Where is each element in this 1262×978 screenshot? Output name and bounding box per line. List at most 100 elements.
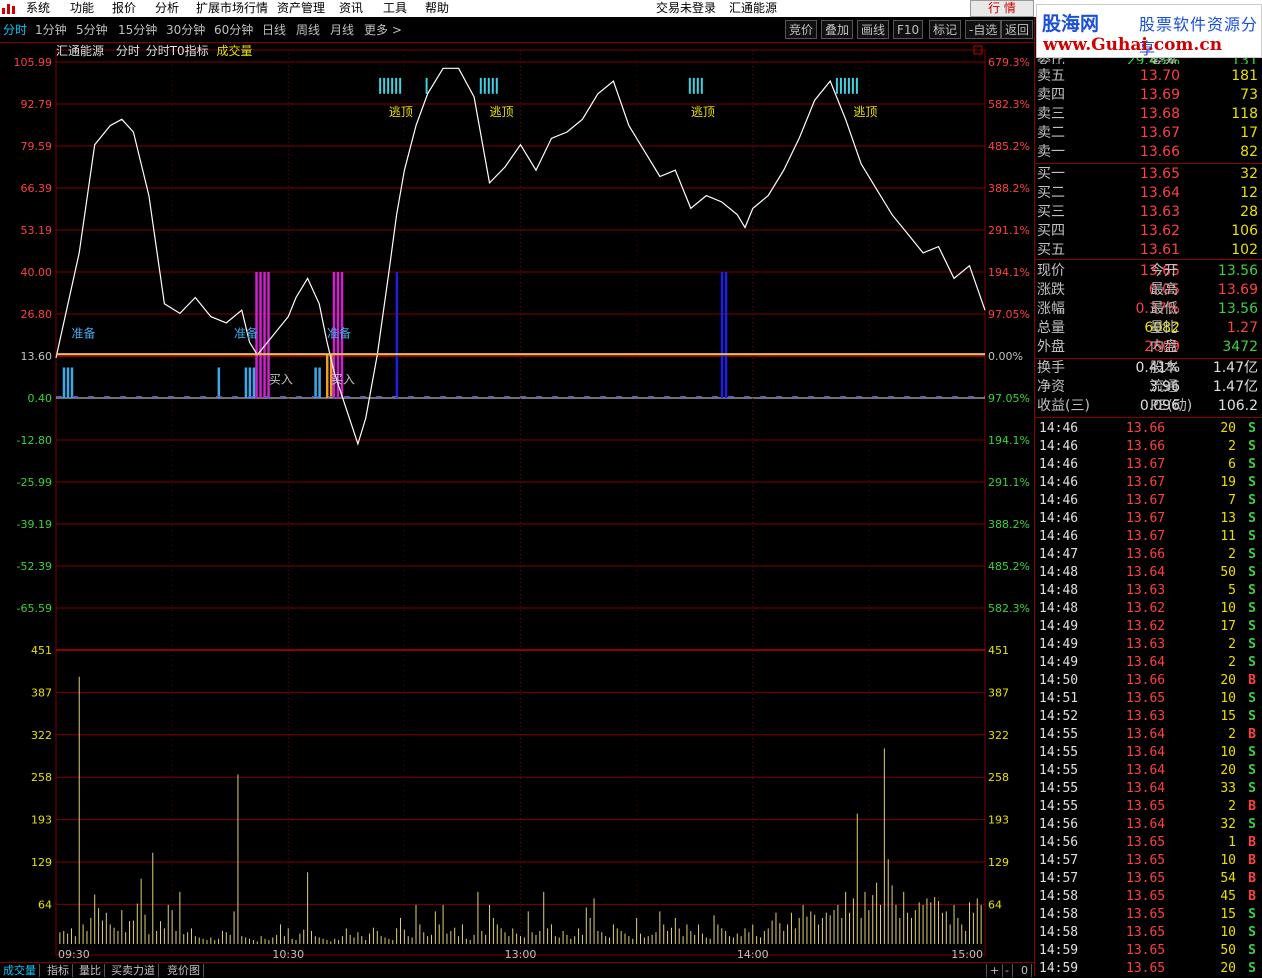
y-tick-label-right: 388.2%: [988, 182, 1030, 195]
tab-daily[interactable]: 日线: [262, 21, 286, 39]
y-tick-label-right: 97.05%: [988, 392, 1030, 405]
tick-price: 13.62: [1126, 619, 1166, 634]
mark-button[interactable]: 标记: [929, 20, 962, 39]
order-book-sell-row: 卖一 13.66 82: [1036, 143, 1262, 162]
volume-tick-label-left: 258: [31, 771, 52, 784]
top-signal-bar: [847, 77, 850, 94]
menu-item-system[interactable]: 系统: [26, 0, 50, 17]
tick-time: 14:49: [1039, 637, 1079, 652]
tick-time: 14:56: [1039, 817, 1079, 832]
tick-time: 14:46: [1039, 493, 1079, 508]
tick-time: 14:47: [1039, 547, 1079, 562]
tick-side: S: [1248, 511, 1256, 526]
top-signal-bar: [696, 77, 699, 94]
tick-price: 13.65: [1126, 799, 1166, 814]
tab-more[interactable]: 更多 >: [364, 21, 402, 39]
tick-time: 14:46: [1039, 529, 1079, 544]
tick-volume: 20: [1220, 763, 1236, 778]
volume-tick-label-left: 451: [31, 644, 52, 657]
tick-side: S: [1248, 691, 1256, 706]
chart-indicator-name[interactable]: 分时T0指标: [146, 44, 209, 58]
divider: [1034, 417, 1262, 418]
menu-item-extended-market[interactable]: 扩展市场行情: [196, 0, 268, 17]
tick-row: 14:46 13.67 6 S: [1036, 456, 1262, 474]
signal-bar: [724, 272, 728, 399]
tick-side: S: [1248, 709, 1256, 724]
tick-row: 14:48 13.62 10 S: [1036, 600, 1262, 618]
menu-item-tools[interactable]: 工具: [383, 0, 407, 17]
y-tick-label-right: 485.2%: [988, 560, 1030, 573]
tick-side: S: [1248, 493, 1256, 508]
menu-item-function[interactable]: 功能: [70, 0, 94, 17]
quote-mode-button[interactable]: 行 情: [970, 0, 1034, 17]
quote-value-2: 13.69: [1217, 282, 1258, 298]
top-signal-bar: [387, 77, 390, 94]
quote-value-2: 13.56: [1217, 301, 1258, 317]
tick-volume: 33: [1220, 781, 1236, 796]
overlay-button[interactable]: 叠加: [821, 20, 854, 39]
tab-1min[interactable]: 1分钟: [35, 21, 67, 39]
zoom-in-button[interactable]: +: [986, 964, 1004, 977]
quote-row: 现价 13.65 今开 13.56: [1036, 262, 1262, 281]
tab-monthly[interactable]: 月线: [330, 21, 354, 39]
f10-button[interactable]: F10: [893, 20, 924, 39]
tick-price: 13.67: [1126, 493, 1166, 508]
y-tick-label-right: 291.1%: [988, 476, 1030, 489]
menu-item-asset-management[interactable]: 资产管理: [277, 0, 325, 17]
tick-side: S: [1248, 547, 1256, 562]
signal-bar: [217, 367, 221, 399]
tick-side: B: [1248, 889, 1256, 904]
quote-label-2: 最高: [1150, 282, 1178, 298]
tick-row: 14:59 13.65 50 S: [1036, 942, 1262, 960]
menu-item-quote[interactable]: 报价: [112, 0, 136, 17]
chart-volume-label: 成交量: [216, 44, 253, 58]
quote-row: 外盘 2609 内盘 3472: [1036, 338, 1262, 357]
menu-item-analysis[interactable]: 分析: [155, 0, 179, 17]
quote-label-2: 量比: [1150, 320, 1178, 336]
trade-login-status[interactable]: 交易未登录: [656, 0, 716, 17]
tick-price: 13.65: [1126, 871, 1166, 886]
zoom-reset-button[interactable]: 0: [1018, 964, 1032, 977]
tick-price: 13.64: [1126, 565, 1166, 580]
tab-volume-ratio[interactable]: 量比: [76, 964, 105, 977]
intraday-chart[interactable]: 105.99 679.3% 92.79 582.3% 79.59 485.2% 66.39 3…: [0, 44, 1034, 962]
tick-price: 13.66: [1126, 439, 1166, 454]
quote-value-2: 13.56: [1217, 263, 1258, 279]
y-tick-label-left: 40.00: [21, 266, 53, 279]
tick-time: 14:59: [1039, 943, 1079, 958]
top-signal-bar: [843, 77, 846, 94]
volume-tick-label-left: 129: [31, 856, 52, 869]
tab-60min[interactable]: 60分钟: [214, 21, 253, 39]
order-level-label: 买二: [1037, 185, 1065, 201]
order-level-label: 卖二: [1037, 125, 1065, 141]
tab-indicator[interactable]: 指标: [44, 964, 73, 977]
price-line: [55, 67, 986, 446]
tab-15min[interactable]: 15分钟: [118, 21, 157, 39]
menu-item-help[interactable]: 帮助: [425, 0, 449, 17]
tick-time: 14:59: [1039, 961, 1079, 976]
zoom-out-button[interactable]: -: [1002, 964, 1013, 977]
fundamental-label-2: 流通: [1150, 379, 1178, 395]
tab-volume[interactable]: 成交量: [0, 964, 40, 977]
back-button[interactable]: 返回: [1001, 20, 1034, 39]
tick-time: 14:49: [1039, 619, 1079, 634]
remove-watchlist-button[interactable]: -自选: [965, 20, 1002, 39]
draw-line-button[interactable]: 画线: [857, 20, 890, 39]
order-volume: 118: [1231, 106, 1258, 122]
fundamental-value-2: 1.47亿: [1212, 379, 1258, 395]
tab-weekly[interactable]: 周线: [296, 21, 320, 39]
tab-30min[interactable]: 30分钟: [166, 21, 205, 39]
tick-time: 14:46: [1039, 457, 1079, 472]
top-signal-bar: [692, 77, 695, 94]
signal-bar: [62, 367, 66, 399]
tick-row: 14:55 13.65 2 B: [1036, 798, 1262, 816]
tab-auction-chart[interactable]: 竞价图: [164, 964, 204, 977]
quote-label-2: 内盘: [1150, 339, 1178, 355]
tick-volume: 50: [1220, 565, 1236, 580]
menu-item-news[interactable]: 资讯: [339, 0, 363, 17]
order-diff-value: 131: [1231, 58, 1258, 64]
tab-buy-sell-force[interactable]: 买卖力道: [108, 964, 159, 977]
tab-intraday[interactable]: 分时: [3, 21, 27, 39]
tab-5min[interactable]: 5分钟: [76, 21, 108, 39]
auction-button[interactable]: 竞价: [785, 20, 818, 39]
